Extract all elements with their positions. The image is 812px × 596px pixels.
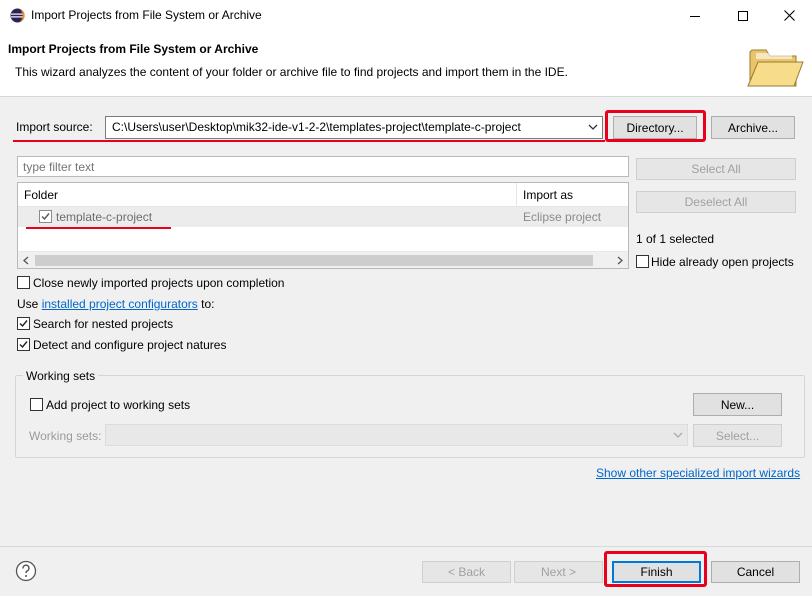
import-source-value: C:\Users\user\Desktop\mik32-ide-v1-2-2\t…	[112, 120, 521, 134]
next-button[interactable]: Next >	[514, 561, 603, 583]
detect-natures-label[interactable]: Detect and configure project natures	[33, 338, 226, 352]
project-import-as: Eclipse project	[523, 210, 602, 224]
chevron-down-icon[interactable]	[673, 432, 683, 439]
back-button[interactable]: < Back	[422, 561, 511, 583]
eclipse-icon	[10, 8, 25, 23]
help-button[interactable]	[15, 560, 37, 582]
folder-icon	[746, 44, 804, 90]
horizontal-scrollbar[interactable]	[18, 251, 628, 268]
project-folder-name: template-c-project	[56, 210, 153, 224]
filter-input[interactable]	[17, 156, 629, 177]
checkmark-icon	[19, 320, 28, 328]
finish-highlight	[604, 551, 707, 587]
cancel-button[interactable]: Cancel	[711, 561, 800, 583]
chevron-right-icon[interactable]	[616, 256, 624, 265]
working-sets-group-label: Working sets	[23, 369, 99, 383]
deselect-all-button[interactable]: Deselect All	[636, 191, 796, 213]
minimize-button[interactable]	[672, 0, 718, 31]
import-source-label: Import source:	[16, 120, 93, 134]
table-row[interactable]: template-c-project Eclipse project	[18, 207, 628, 227]
close-icon	[783, 10, 795, 21]
column-import-as[interactable]: Import as	[523, 188, 573, 202]
directory-highlight	[605, 110, 706, 142]
add-to-working-sets-checkbox[interactable]	[30, 398, 43, 411]
scrollbar-thumb[interactable]	[35, 255, 593, 266]
project-underline-highlight	[26, 227, 171, 229]
wizard-title: Import Projects from File System or Arch…	[8, 42, 259, 56]
configurators-link[interactable]: installed project configurators	[42, 297, 198, 311]
detect-natures-checkbox[interactable]	[17, 338, 30, 351]
help-icon	[15, 560, 37, 582]
selection-count: 1 of 1 selected	[636, 232, 715, 246]
hide-open-label[interactable]: Hide already open projects	[651, 255, 794, 269]
column-folder[interactable]: Folder	[24, 188, 58, 202]
source-underline-highlight	[13, 140, 605, 142]
projects-table[interactable]: Folder Import as template-c-project Ecli…	[17, 182, 629, 269]
close-window-button[interactable]	[766, 0, 812, 31]
maximize-button[interactable]	[720, 0, 766, 31]
import-source-combo[interactable]: C:\Users\user\Desktop\mik32-ide-v1-2-2\t…	[105, 116, 603, 139]
new-working-set-button[interactable]: New...	[693, 393, 782, 416]
project-checkbox[interactable]	[39, 210, 52, 223]
close-imported-label[interactable]: Close newly imported projects upon compl…	[33, 276, 284, 290]
minimize-icon	[690, 15, 700, 17]
select-all-button[interactable]: Select All	[636, 158, 796, 180]
search-nested-checkbox[interactable]	[17, 317, 30, 330]
working-sets-combo[interactable]	[105, 424, 688, 446]
close-imported-checkbox[interactable]	[17, 276, 30, 289]
add-to-working-sets-label[interactable]: Add project to working sets	[46, 398, 190, 412]
archive-button[interactable]: Archive...	[711, 116, 795, 139]
specialized-wizards-link[interactable]: Show other specialized import wizards	[596, 466, 800, 480]
window-title: Import Projects from File System or Arch…	[31, 8, 262, 22]
hide-open-checkbox[interactable]	[636, 255, 649, 268]
wizard-description: This wizard analyzes the content of your…	[15, 65, 568, 79]
column-separator[interactable]	[516, 183, 517, 207]
search-nested-label[interactable]: Search for nested projects	[33, 317, 173, 331]
footer-separator	[0, 546, 812, 547]
use-prefix: Use	[17, 297, 42, 311]
table-header: Folder Import as	[18, 183, 628, 207]
chevron-left-icon[interactable]	[22, 256, 30, 265]
wizard-banner	[0, 31, 812, 97]
select-working-set-button[interactable]: Select...	[693, 424, 782, 447]
working-sets-label: Working sets:	[29, 429, 102, 443]
configurators-line: Use installed project configurators to:	[17, 297, 214, 311]
checkmark-icon	[19, 341, 28, 349]
chevron-down-icon[interactable]	[588, 124, 598, 131]
maximize-icon	[738, 10, 748, 21]
checkmark-icon	[41, 213, 50, 221]
use-suffix: to:	[197, 297, 215, 311]
